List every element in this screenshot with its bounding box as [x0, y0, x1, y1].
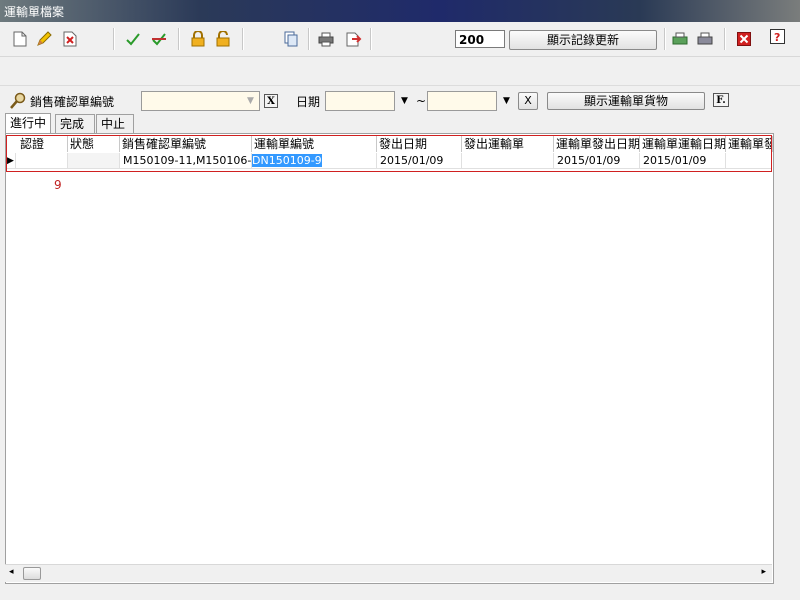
table-cell[interactable]	[16, 153, 68, 169]
clear-date-button[interactable]: X	[518, 92, 538, 110]
column-header[interactable]: 運輸單發	[726, 136, 773, 152]
toolbar-separator	[664, 28, 666, 50]
horizontal-scrollbar[interactable]: ◂ ▸	[5, 564, 772, 582]
date-to-arrow-icon[interactable]: ▼	[503, 96, 510, 106]
close-icon[interactable]	[736, 31, 752, 47]
date-from-field[interactable]	[325, 91, 395, 111]
sales-combo-arrow-icon[interactable]: ▼	[247, 96, 254, 106]
tab-in-progress[interactable]: 進行中	[5, 113, 51, 134]
sales-confirm-label: 銷售確認單編號	[30, 95, 115, 109]
table-cell[interactable]	[726, 153, 772, 169]
table-cell[interactable]: 2015/01/09	[554, 153, 640, 169]
tab-stopped[interactable]: 中止	[96, 114, 134, 133]
table-cell[interactable]: 2015/01/09	[640, 153, 726, 169]
table-cell[interactable]	[68, 153, 120, 169]
toolbar: 200 顯示記錄更新 ?	[0, 22, 800, 57]
date-from-arrow-icon[interactable]: ▼	[401, 96, 408, 106]
print-preview-icon[interactable]	[697, 31, 713, 47]
scroll-right-icon[interactable]: ▸	[761, 567, 766, 577]
copy-icon[interactable]	[283, 31, 299, 47]
table-cell[interactable]: DN150109-9	[252, 153, 377, 169]
table-cell[interactable]: M150109-11,M150106-10	[120, 153, 252, 169]
title-bar: 運輸單檔案	[0, 0, 800, 22]
sales-confirm-combo[interactable]	[141, 91, 260, 111]
column-header[interactable]: 運輸單發出日期	[554, 136, 640, 152]
toolbar-separator	[308, 28, 310, 50]
date-label: 日期	[296, 95, 321, 109]
lock-icon[interactable]	[190, 31, 206, 47]
print-icon[interactable]	[318, 31, 334, 47]
printer-icon[interactable]	[672, 31, 688, 47]
filter-band	[0, 57, 800, 86]
unapprove-icon[interactable]	[151, 31, 167, 47]
show-goods-button[interactable]: 顯示運輸單貨物	[547, 92, 705, 110]
table-cell[interactable]	[462, 153, 554, 169]
column-header[interactable]: 銷售確認單編號	[120, 136, 252, 152]
new-icon[interactable]	[12, 31, 28, 47]
window-title: 運輸單檔案	[4, 5, 65, 19]
help-icon[interactable]: ?	[769, 28, 785, 44]
scroll-thumb[interactable]	[23, 567, 41, 580]
column-header[interactable]: 發出日期	[377, 136, 462, 152]
delete-icon[interactable]	[62, 31, 78, 47]
column-header[interactable]: 運輸單編號	[252, 136, 377, 152]
refresh-records-button[interactable]: 顯示記錄更新	[509, 30, 657, 50]
column-header[interactable]: 發出運輸單	[462, 136, 554, 152]
approve-icon[interactable]	[125, 31, 141, 47]
filter-f-button[interactable]: F.	[713, 93, 729, 107]
row-marker-icon: ▶	[6, 153, 16, 169]
selected-cell-text[interactable]: DN150109-9	[252, 154, 322, 167]
export-icon[interactable]	[346, 31, 362, 47]
date-range-tilde: ~	[416, 94, 427, 108]
date-to-field[interactable]	[427, 91, 497, 111]
unlock-icon[interactable]	[215, 31, 231, 47]
toolbar-separator	[724, 28, 726, 50]
table-cell[interactable]: 2015/01/09	[377, 153, 462, 169]
toolbar-separator	[242, 28, 244, 50]
record-count-input[interactable]: 200	[455, 30, 505, 48]
column-header[interactable]: 認證	[16, 136, 68, 152]
search-icon	[9, 92, 27, 113]
column-header[interactable]: 狀態	[68, 136, 120, 152]
grid-header: 認證 狀態 銷售確認單編號 運輸單編號 發出日期 發出運輸單 運輸單發出日期 運…	[6, 136, 773, 152]
tab-completed[interactable]: 完成	[55, 114, 95, 133]
toolbar-separator	[178, 28, 180, 50]
toolbar-separator	[113, 28, 115, 50]
scroll-left-icon[interactable]: ◂	[9, 567, 14, 577]
clear-sales-button[interactable]: X	[264, 94, 278, 108]
column-header[interactable]: 運輸單運輸日期	[640, 136, 726, 152]
edit-icon[interactable]	[36, 31, 52, 47]
svg-text:?: ?	[774, 31, 780, 44]
record-count-label: 9	[54, 178, 62, 192]
grid-panel: 認證 狀態 銷售確認單編號 運輸單編號 發出日期 發出運輸單 運輸單發出日期 運…	[5, 133, 774, 584]
toolbar-separator	[370, 28, 372, 50]
